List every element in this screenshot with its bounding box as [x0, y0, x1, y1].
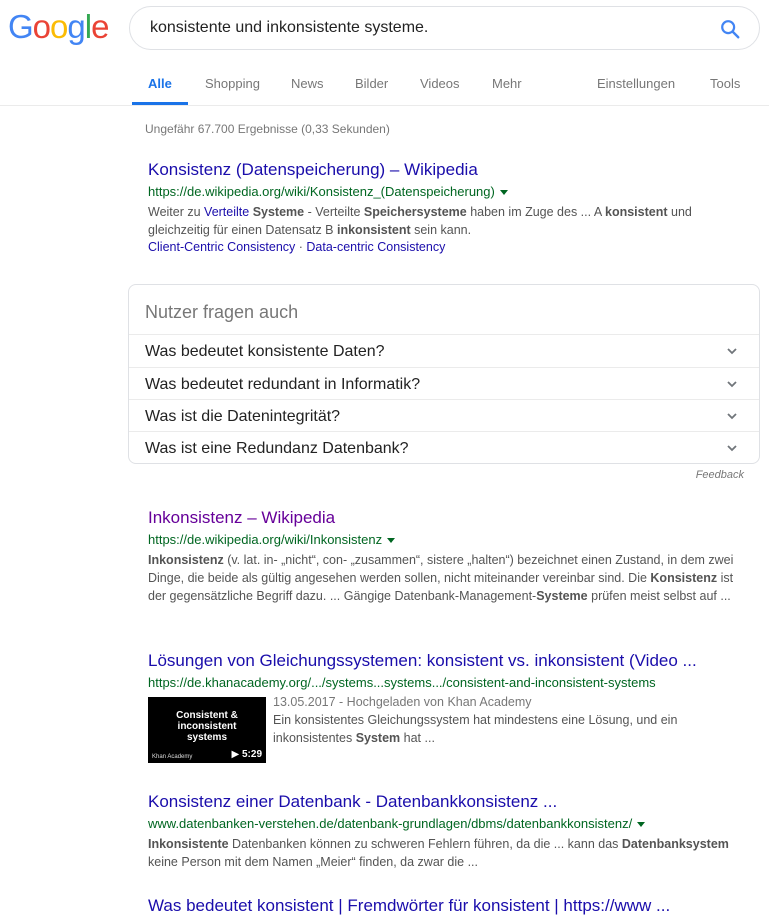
thumbnail-title-line: systems — [186, 732, 228, 743]
tab-news[interactable]: News — [291, 76, 324, 91]
sitelink[interactable]: Data-centric Consistency — [306, 240, 445, 254]
search-tabs: Alle Shopping News Bilder Videos Mehr Ei… — [0, 60, 769, 106]
paa-question[interactable]: Was ist die Datenintegrität? — [129, 399, 759, 432]
tab-shopping[interactable]: Shopping — [205, 76, 260, 91]
search-result: Konsistenz (Datenspeicherung) – Wikipedi… — [148, 160, 748, 256]
search-box[interactable]: konsistente und inkonsistente systeme. — [129, 6, 760, 50]
result-title[interactable]: Lösungen von Gleichungssystemen: konsist… — [148, 651, 748, 671]
active-tab-indicator — [132, 102, 188, 105]
search-result: Was bedeutet konsistent | Fremdwörter fü… — [148, 896, 748, 916]
chevron-down-icon — [727, 348, 737, 355]
caret-down-icon[interactable] — [387, 538, 396, 544]
search-input[interactable]: konsistente und inkonsistente systeme. — [150, 19, 428, 37]
tab-more[interactable]: Mehr — [492, 76, 522, 91]
thumbnail-title-line: inconsistent — [177, 721, 237, 732]
google-logo[interactable]: Google — [8, 8, 109, 48]
video-meta: 13.05.2017 - Hochgeladen von Khan Academ… — [273, 693, 743, 747]
logo-letter: o — [32, 8, 51, 45]
paa-question-text: Was bedeutet konsistente Daten? — [145, 343, 385, 360]
result-url-text: www.datenbanken-verstehen.de/datenbank-g… — [148, 816, 633, 831]
result-url-text: https://de.wikipedia.org/wiki/Inkonsiste… — [148, 532, 383, 547]
result-url-text: https://de.wikipedia.org/wiki/Konsistenz… — [148, 184, 495, 199]
paa-question[interactable]: Was bedeutet redundant in Informatik? — [129, 367, 759, 400]
caret-down-icon[interactable] — [637, 822, 646, 828]
caret-down-icon[interactable] — [499, 190, 508, 196]
result-title[interactable]: Konsistenz einer Datenbank - Datenbankko… — [148, 792, 748, 812]
result-snippet: Inkonsistente Datenbanken können zu schw… — [148, 837, 729, 869]
paa-question-text: Was bedeutet redundant in Informatik? — [145, 376, 421, 393]
result-snippet: Ein konsistentes Gleichungssystem hat mi… — [273, 713, 678, 745]
paa-question[interactable]: Was bedeutet konsistente Daten? — [129, 334, 759, 367]
tab-settings[interactable]: Einstellungen — [597, 76, 675, 91]
logo-letter: o — [50, 8, 68, 45]
result-snippet: Weiter zu Verteilte Systeme - Verteilte … — [148, 205, 692, 237]
paa-question-text: Was ist eine Redundanz Datenbank? — [145, 440, 409, 457]
result-url: https://de.wikipedia.org/wiki/Inkonsiste… — [148, 531, 748, 548]
tab-images[interactable]: Bilder — [355, 76, 388, 91]
chevron-down-icon — [727, 445, 737, 452]
result-stats: Ungefähr 67.700 Ergebnisse (0,33 Sekunde… — [145, 122, 390, 136]
paa-title: Nutzer fragen auch — [145, 302, 299, 322]
search-icon[interactable] — [719, 18, 741, 40]
logo-letter: g — [67, 8, 85, 45]
thumbnail-brand: Khan Academy — [152, 754, 193, 760]
result-snippet: Inkonsistenz (v. lat. in- „nicht“, con- … — [148, 553, 734, 603]
thumbnail-title-line: Consistent & — [176, 710, 238, 721]
sitelink[interactable]: Client-Centric Consistency — [148, 240, 295, 254]
result-url: www.datenbanken-verstehen.de/datenbank-g… — [148, 815, 748, 832]
tab-all[interactable]: Alle — [148, 76, 172, 91]
tab-tools[interactable]: Tools — [710, 76, 740, 91]
sitelinks: Client-Centric Consistency · Data-centri… — [148, 240, 446, 254]
paa-question-text: Was ist die Datenintegrität? — [145, 408, 341, 425]
result-title[interactable]: Was bedeutet konsistent | Fremdwörter fü… — [148, 896, 748, 916]
search-result: Lösungen von Gleichungssystemen: konsist… — [148, 651, 748, 691]
snippet-link[interactable]: Verteilte Systeme — [204, 205, 304, 219]
result-url: https://de.wikipedia.org/wiki/Konsistenz… — [148, 183, 748, 200]
thumbnail-title: Consistent & inconsistent systems — [148, 710, 266, 743]
result-title[interactable]: Konsistenz (Datenspeicherung) – Wikipedi… — [148, 160, 748, 180]
feedback-link[interactable]: Feedback — [696, 469, 744, 481]
video-date: 13.05.2017 - Hochgeladen von Khan Academ… — [273, 695, 532, 709]
video-duration: ▶ 5:29 — [231, 749, 262, 760]
chevron-down-icon — [727, 381, 737, 388]
tab-videos[interactable]: Videos — [420, 76, 460, 91]
paa-question[interactable]: Was ist eine Redundanz Datenbank? — [129, 431, 759, 464]
video-thumbnail[interactable]: Consistent & inconsistent systems Khan A… — [148, 697, 266, 763]
logo-letter: e — [91, 8, 109, 45]
result-title[interactable]: Inkonsistenz – Wikipedia — [148, 508, 748, 528]
result-url: https://de.khanacademy.org/.../systems..… — [148, 675, 656, 690]
people-also-ask: Nutzer fragen auch Was bedeutet konsiste… — [128, 284, 760, 464]
search-result: Inkonsistenz – Wikipedia https://de.wiki… — [148, 508, 748, 605]
chevron-down-icon — [727, 413, 737, 420]
logo-letter: G — [8, 8, 34, 45]
search-result: Konsistenz einer Datenbank - Datenbankko… — [148, 792, 748, 871]
